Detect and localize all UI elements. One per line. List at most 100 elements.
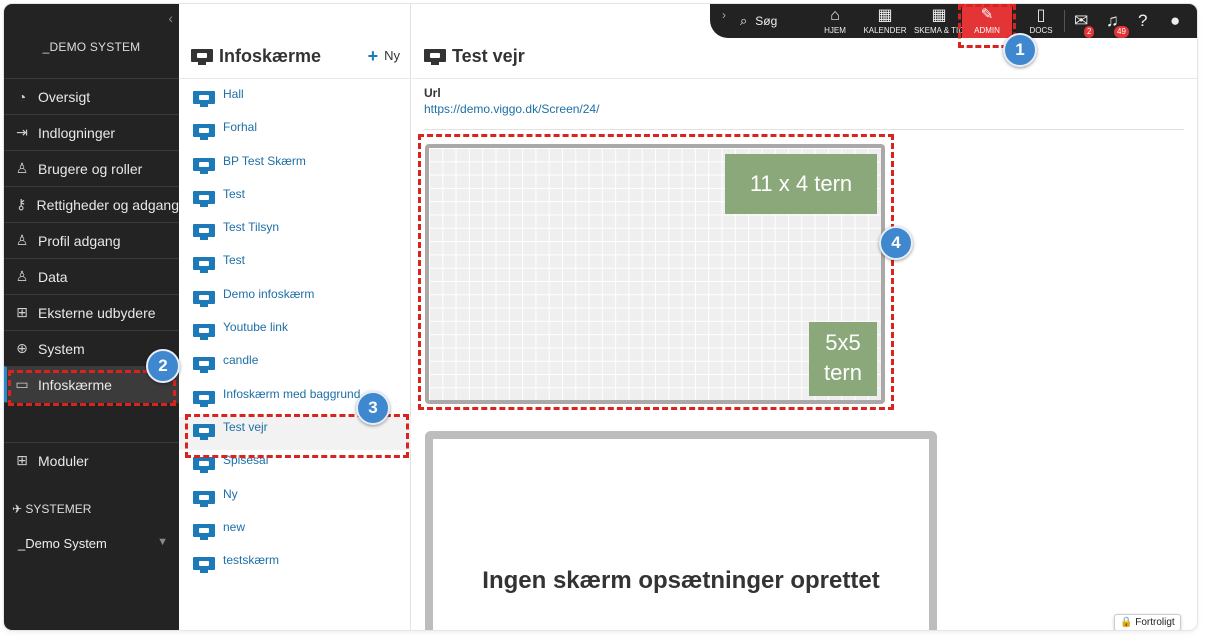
sidebar: ‹ _DEMO SYSTEM ◔ Oversigt ⇥ Indlogninger ♙… <box>4 4 179 630</box>
globe-icon: ⊕ <box>16 340 28 356</box>
list-item[interactable]: Hall <box>179 84 411 117</box>
search-button[interactable]: ⌕ Søg <box>740 13 777 29</box>
search-icon: ⌕ <box>740 13 748 28</box>
search-label: Søg <box>755 14 778 28</box>
monitor-icon <box>193 523 215 540</box>
list-item[interactable]: Test <box>179 184 411 217</box>
monitor-icon <box>193 157 215 174</box>
list-item-label: Ny <box>223 486 238 501</box>
callout-1: 1 <box>1003 33 1037 67</box>
nav-kalender-label: KALENDER <box>863 26 907 35</box>
new-button-label: Ny <box>384 48 400 63</box>
list-item-label: Infoskærm med baggrund <box>223 386 361 401</box>
list-item[interactable]: Youtube link <box>179 317 411 350</box>
monitor-icon <box>191 48 213 65</box>
sidebar-item-moduler[interactable]: ⊞ Moduler <box>4 442 179 478</box>
profile-icon: ♙ <box>15 232 29 248</box>
new-button[interactable]: + Ny <box>368 47 400 65</box>
mail-badge: 2 <box>1084 26 1095 38</box>
login-icon: ⇥ <box>16 124 28 140</box>
list-item[interactable]: testskærm <box>179 550 411 583</box>
nav-hjem-label: HJEM <box>824 26 846 35</box>
list-item-label: Youtube link <box>223 320 288 335</box>
list-panel-title: Infoskærme <box>191 46 321 67</box>
monitor-icon <box>193 224 215 241</box>
external-icon: ⊞ <box>16 304 28 320</box>
data-icon: ♙ <box>15 268 29 284</box>
gauge-icon: ◔ <box>17 88 27 105</box>
sidebar-item-label: Oversigt <box>38 88 91 105</box>
list-item-label: Forhal <box>223 120 258 135</box>
monitor-icon <box>424 48 446 65</box>
sidebar-item-label: System <box>38 340 85 357</box>
rocket-icon: ✈ <box>12 502 23 516</box>
systemer-heading: ✈ SYSTEMER <box>12 502 91 516</box>
url-label: Url <box>424 86 441 100</box>
callout-2: 2 <box>146 349 180 383</box>
sidebar-item-label: Rettigheder og adgang <box>36 196 179 213</box>
list-item[interactable]: candle <box>179 350 411 383</box>
monitor-icon <box>193 357 215 374</box>
empty-state-text: Ingen skærm opsætninger oprettet <box>482 567 880 594</box>
nav-docs[interactable]: ▯ DOCS <box>1024 6 1058 35</box>
chevron-left-icon[interactable]: ‹ <box>168 10 173 26</box>
sidebar-item-brugere[interactable]: ♙ Brugere og roller <box>4 150 179 186</box>
sidebar-item-label: Indlogninger <box>38 124 116 141</box>
sidebar-spacer <box>4 402 179 438</box>
modules-icon: ⊞ <box>16 452 28 468</box>
systemer-label: SYSTEMER <box>25 502 92 516</box>
url-link[interactable]: https://demo.viggo.dk/Screen/24/ <box>424 102 599 116</box>
monitor-icon <box>193 457 215 474</box>
confidential-badge: 🔒 Fortroligt <box>1114 614 1181 630</box>
list-item[interactable]: BP Test Skærm <box>179 151 411 184</box>
list-item-label: BP Test Skærm <box>223 153 306 168</box>
system-select-value: _Demo System <box>18 536 107 551</box>
divider <box>412 78 1197 79</box>
sidebar-item-data[interactable]: ♙ Data <box>4 258 179 294</box>
monitor-icon <box>193 490 215 507</box>
list-item[interactable]: Forhal <box>179 117 411 150</box>
callout-3: 3 <box>356 391 390 425</box>
divider <box>1064 10 1065 32</box>
lock-icon: 🔒 <box>1120 617 1133 628</box>
system-title: _DEMO SYSTEM <box>42 40 141 54</box>
divider <box>424 129 1184 130</box>
list-item[interactable]: Test Tilsyn <box>179 217 411 250</box>
notification-badge: 49 <box>1114 26 1129 38</box>
highlight-grid <box>418 134 894 410</box>
page-title-text: Test vejr <box>452 46 525 66</box>
sidebar-item-oversigt[interactable]: ◔ Oversigt <box>4 78 179 114</box>
list-item-label: candle <box>223 353 259 368</box>
list-item[interactable]: new <box>179 517 411 550</box>
help-icon[interactable]: ? <box>1138 11 1147 31</box>
sidebar-item-label: Brugere og roller <box>38 160 143 177</box>
monitor-icon <box>193 124 215 141</box>
list-item-label: Hall <box>223 87 244 101</box>
nav-kalender[interactable]: ▦ KALENDER <box>862 6 908 35</box>
list-item-label: Test Tilsyn <box>223 220 280 235</box>
list-item[interactable]: Ny <box>179 484 411 517</box>
home-icon: ⌂ <box>830 7 840 24</box>
calendar-icon: ▦ <box>877 7 893 24</box>
sidebar-item-profil[interactable]: ♙ Profil adgang <box>4 222 179 258</box>
list-panel-title-text: Infoskærme <box>219 46 322 66</box>
list-item[interactable]: Test <box>179 250 411 283</box>
sidebar-item-label: Data <box>38 268 68 285</box>
sidebar-item-rettigheder[interactable]: ⚷ Rettigheder og adgang <box>4 186 179 222</box>
monitor-icon <box>193 324 215 341</box>
list-item-label: Demo infoskærm <box>223 286 315 301</box>
screen-preview: Ingen skærm opsætninger oprettet <box>425 431 937 630</box>
sidebar-item-eksterne[interactable]: ⊞ Eksterne udbydere <box>4 294 179 330</box>
nav-hjem[interactable]: ⌂ HJEM <box>818 6 852 35</box>
system-select[interactable]: _Demo System ▼ <box>18 536 168 551</box>
infoscreen-list: Hall Forhal BP Test Skærm Test Test Tilsyn Te… <box>179 84 411 583</box>
list-item[interactable]: Demo infoskærm <box>179 284 411 317</box>
sidebar-item-indlogninger[interactable]: ⇥ Indlogninger <box>4 114 179 150</box>
list-item-label: Test <box>223 186 246 201</box>
user-avatar-icon[interactable]: ● <box>1170 11 1180 31</box>
monitor-icon <box>193 257 215 274</box>
list-item-label: testskærm <box>223 553 280 568</box>
key-icon: ⚷ <box>16 196 27 212</box>
chevron-right-icon[interactable]: › <box>722 8 726 22</box>
page-title: Test vejr <box>424 46 525 67</box>
